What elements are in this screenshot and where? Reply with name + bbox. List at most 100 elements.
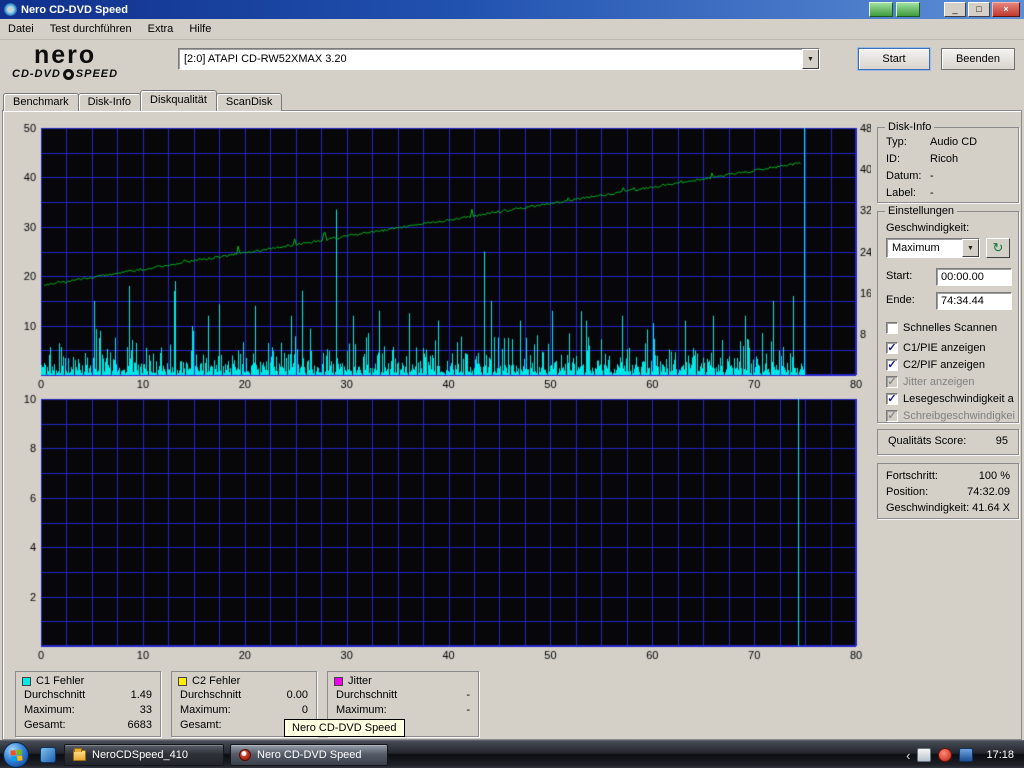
quality-score-group: Qualitäts Score: 95 <box>877 429 1019 455</box>
quality-score-value: 95 <box>996 435 1008 447</box>
tray-icon-antivirus[interactable] <box>938 748 952 762</box>
disk-info-row-datum: Datum: - <box>878 168 1018 185</box>
position-value: 74:32.09 <box>967 486 1010 498</box>
taskbar-clock[interactable]: 17:18 <box>980 749 1020 761</box>
checkbox-box[interactable]: ✓ <box>886 359 898 371</box>
legend-value: - <box>466 689 470 703</box>
end-time-label: Ende: <box>886 294 915 306</box>
c2-swatch-icon <box>178 677 187 686</box>
start-button-label: Start <box>882 53 905 65</box>
taskbar-item-explorer[interactable]: NeroCDSpeed_410 <box>64 744 224 766</box>
menu-hilfe[interactable]: Hilfe <box>181 20 219 38</box>
checkbox-schnelles-scannen[interactable]: Schnelles Scannen <box>886 320 997 335</box>
titlebar: Nero CD-DVD Speed _ □ × <box>0 0 1024 19</box>
c1-swatch-icon <box>22 677 31 686</box>
refresh-button[interactable]: ↻ <box>986 238 1010 258</box>
titlebar-extra-button-1[interactable] <box>869 2 893 17</box>
legend-c2-title: C2 Fehler <box>172 672 316 688</box>
checkbox-label: C2/PIF anzeigen <box>903 359 985 371</box>
speed-label: Geschwindigkeit: <box>886 222 969 234</box>
menubar: Datei Test durchführen Extra Hilfe <box>0 19 1024 40</box>
taskbar-item-nero[interactable]: Nero CD-DVD Speed <box>230 744 388 766</box>
close-button[interactable]: × <box>992 2 1020 17</box>
start-button[interactable] <box>3 742 29 768</box>
menu-datei[interactable]: Datei <box>0 20 42 38</box>
tray-icon-display[interactable] <box>959 748 973 762</box>
legend-c1-title: C1 Fehler <box>16 672 160 688</box>
checkbox-box: ✓ <box>886 410 898 422</box>
speed-readout-value: 41.64 X <box>972 502 1010 514</box>
disk-info-label: Label: <box>886 187 916 199</box>
progress-value: 100 % <box>979 470 1010 482</box>
header-toolbar: nero CD-DVD SPEED [2:0] ATAPI CD-RW52XMA… <box>0 40 1024 86</box>
menu-test-durchfuehren[interactable]: Test durchführen <box>42 20 140 38</box>
taskbar-item-label: Nero CD-DVD Speed <box>257 749 362 761</box>
checkbox-c1-pie-anzeigen[interactable]: ✓ C1/PIE anzeigen <box>886 340 986 355</box>
checkbox-box[interactable] <box>886 322 898 334</box>
start-test-button[interactable]: Start <box>858 48 930 70</box>
disk-info-group: Disk-Info Typ: Audio CD ID: Ricoh Datum:… <box>877 127 1019 203</box>
app-icon <box>4 3 17 16</box>
maximize-button[interactable]: □ <box>968 2 990 17</box>
speed-readout-label: Geschwindigkeit: <box>886 502 969 514</box>
nero-logo-subtext: CD-DVD SPEED <box>12 69 118 80</box>
quicklaunch-icon[interactable] <box>40 747 56 763</box>
legend-value: 1.49 <box>131 689 152 703</box>
tab-scandisk[interactable]: ScanDisk <box>216 93 282 111</box>
checkbox-box[interactable]: ✓ <box>886 393 898 405</box>
legend-label: Gesamt: <box>180 719 222 733</box>
quit-button-label: Beenden <box>956 53 1000 65</box>
position-row: Position: 74:32.09 <box>878 484 1018 500</box>
checkbox-c2-pif-anzeigen[interactable]: ✓ C2/PIF anzeigen <box>886 357 985 372</box>
checkbox-box[interactable]: ✓ <box>886 342 898 354</box>
progress-group: Fortschritt: 100 % Position: 74:32.09 Ge… <box>877 463 1019 519</box>
tray-icon-1[interactable] <box>917 748 931 762</box>
legend-title-text: C2 Fehler <box>192 675 240 687</box>
tray-expand-icon[interactable]: ‹ <box>906 748 910 763</box>
chevron-down-icon[interactable]: ▼ <box>802 49 819 69</box>
taskbar-item-label: NeroCDSpeed_410 <box>92 749 188 761</box>
screen: Nero CD-DVD Speed _ □ × Datei Test durch… <box>0 0 1024 768</box>
c2-error-chart <box>9 393 871 665</box>
minimize-button[interactable]: _ <box>944 2 966 17</box>
legend-label: Gesamt: <box>24 719 66 733</box>
start-time-label: Start: <box>886 270 912 282</box>
tab-disk-info[interactable]: Disk-Info <box>78 93 141 111</box>
tab-benchmark[interactable]: Benchmark <box>3 93 79 111</box>
tab-diskqualitaet[interactable]: Diskqualität <box>140 90 217 111</box>
titlebar-extra-button-2[interactable] <box>896 2 920 17</box>
checkbox-jitter-anzeigen: ✓ Jitter anzeigen <box>886 374 975 389</box>
quit-button[interactable]: Beenden <box>941 48 1015 70</box>
legend-label: Durchschnitt <box>336 689 397 703</box>
speed-combobox[interactable]: Maximum ▼ <box>886 238 980 258</box>
disk-info-label: Datum: <box>886 170 921 182</box>
legend-label: Durchschnitt <box>180 689 241 703</box>
end-time-field[interactable]: 74:34.44 <box>936 292 1012 310</box>
legend-value: 0 <box>302 704 308 718</box>
chevron-down-icon[interactable]: ▼ <box>962 239 979 257</box>
progress-row: Fortschritt: 100 % <box>878 468 1018 484</box>
disk-info-value: - <box>930 187 934 199</box>
logo-speed-text: SPEED <box>76 69 118 80</box>
legend-value: - <box>466 704 470 718</box>
disk-info-group-title: Disk-Info <box>885 121 934 133</box>
progress-label: Fortschritt: <box>886 470 938 482</box>
checkbox-lesegeschwindigkeit[interactable]: ✓ Lesegeschwindigkeit a <box>886 391 1014 406</box>
legend-label: Maximum: <box>336 704 387 718</box>
checkbox-label: Jitter anzeigen <box>903 376 975 388</box>
start-time-row: Start: 00:00.00 <box>886 268 1014 286</box>
legend-row: Durchschnitt 0.00 <box>172 688 316 703</box>
legend-title-text: C1 Fehler <box>36 675 84 687</box>
checkbox-label: C1/PIE anzeigen <box>903 342 986 354</box>
settings-group: Einstellungen Geschwindigkeit: Maximum ▼… <box>877 211 1019 423</box>
end-time-row: Ende: 74:34.44 <box>886 292 1014 310</box>
start-time-field[interactable]: 00:00.00 <box>936 268 1012 286</box>
nero-app-icon <box>239 749 251 761</box>
drive-select-combobox[interactable]: [2:0] ATAPI CD-RW52XMAX 3.20 ▼ <box>178 48 820 70</box>
disk-info-row-id: ID: Ricoh <box>878 151 1018 168</box>
disk-info-label: Typ: <box>886 136 907 148</box>
position-label: Position: <box>886 486 928 498</box>
menu-extra[interactable]: Extra <box>140 20 182 38</box>
quality-score-row: Qualitäts Score: 95 <box>878 430 1018 454</box>
legend-row: Durchschnitt 1.49 <box>16 688 160 703</box>
